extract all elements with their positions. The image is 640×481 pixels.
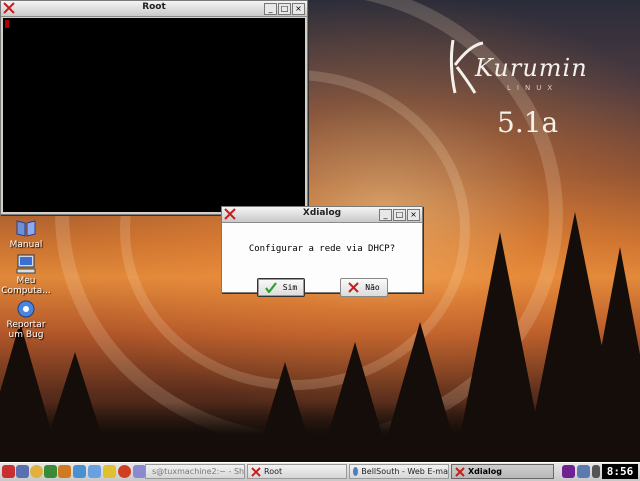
media-icon[interactable]	[118, 465, 131, 478]
no-button[interactable]: Não	[340, 278, 388, 297]
logo-text: Kurumin	[475, 54, 588, 82]
desktop-icon-manual[interactable]: Manual	[0, 218, 52, 250]
browser-icon	[353, 467, 359, 476]
task-root[interactable]: Root	[247, 464, 347, 479]
task-label: s@tuxmachine2:~ - Sh	[152, 467, 245, 476]
desktop-icon-report-bug[interactable]: Reportar um Bug	[0, 298, 52, 340]
computer-icon	[15, 254, 37, 274]
terminal-launcher-icon[interactable]	[44, 465, 57, 478]
xdialog-body: Configurar a rede via DHCP? Sim Não	[222, 223, 422, 297]
terminal-title: Root	[142, 2, 166, 12]
yes-button[interactable]: Sim	[257, 278, 305, 297]
minimize-button[interactable]: _	[264, 3, 277, 15]
maximize-button[interactable]: □	[393, 209, 406, 221]
maximize-button[interactable]: □	[278, 3, 291, 15]
desktop-icon-my-computer[interactable]: Meu Computa...	[0, 254, 52, 296]
close-button[interactable]: ×	[292, 3, 305, 15]
icon-label: Reportar	[6, 320, 46, 330]
task-bellsouth[interactable]: BellSouth - Web E-ma	[349, 464, 449, 479]
cross-icon	[348, 282, 359, 293]
terminal-window[interactable]: Root _ □ ×	[0, 0, 308, 215]
terminal-cursor	[5, 20, 9, 28]
launcher-icon[interactable]	[16, 465, 29, 478]
taskbar: s@tuxmachine2:~ - Sh Root BellSouth - We…	[0, 462, 640, 481]
task-xdialog[interactable]: Xdialog	[451, 464, 554, 479]
x-app-icon	[455, 466, 465, 477]
penguin-icon[interactable]	[30, 465, 43, 478]
task-label: BellSouth - Web E-ma	[361, 467, 448, 476]
volume-icon[interactable]	[577, 465, 590, 478]
checkmark-icon	[264, 282, 277, 293]
star-icon[interactable]	[103, 465, 116, 478]
home-icon[interactable]	[58, 465, 71, 478]
task-shell[interactable]: s@tuxmachine2:~ - Sh	[145, 464, 245, 479]
book-icon	[15, 218, 37, 238]
icon-label: Computa...	[1, 286, 51, 296]
kmenu-icon[interactable]	[2, 465, 15, 478]
version-label: 5.1a	[497, 106, 559, 139]
ground-shadow	[0, 402, 640, 462]
xdialog-window[interactable]: Xdialog _ □ × Configurar a rede via DHCP…	[221, 206, 423, 297]
clock[interactable]: 8:56	[602, 464, 638, 479]
dialog-message: Configurar a rede via DHCP?	[248, 244, 396, 254]
logo-subtext: LINUX	[507, 84, 559, 92]
icon-label: um Bug	[8, 330, 44, 340]
yes-button-label: Sim	[282, 283, 298, 292]
kurumin-logo: Kurumin LINUX	[445, 30, 605, 100]
terminal-output-area[interactable]	[3, 18, 305, 212]
no-button-label: Não	[365, 283, 380, 292]
task-label: Xdialog	[468, 467, 502, 476]
bug-report-icon	[15, 298, 37, 318]
x-app-icon	[251, 466, 261, 477]
xdialog-titlebar[interactable]: Xdialog _ □ ×	[222, 207, 422, 223]
browser-icon[interactable]	[73, 465, 86, 478]
task-label: Root	[264, 467, 283, 476]
close-button[interactable]: ×	[407, 209, 420, 221]
terminal-titlebar[interactable]: Root _ □ ×	[1, 1, 307, 17]
keyboard-layout-icon[interactable]	[562, 465, 575, 478]
minimize-button[interactable]: _	[379, 209, 392, 221]
icon-label: Manual	[9, 240, 43, 250]
mail-icon[interactable]	[88, 465, 101, 478]
icon-label: Meu	[16, 276, 36, 286]
network-icon[interactable]	[592, 465, 600, 478]
